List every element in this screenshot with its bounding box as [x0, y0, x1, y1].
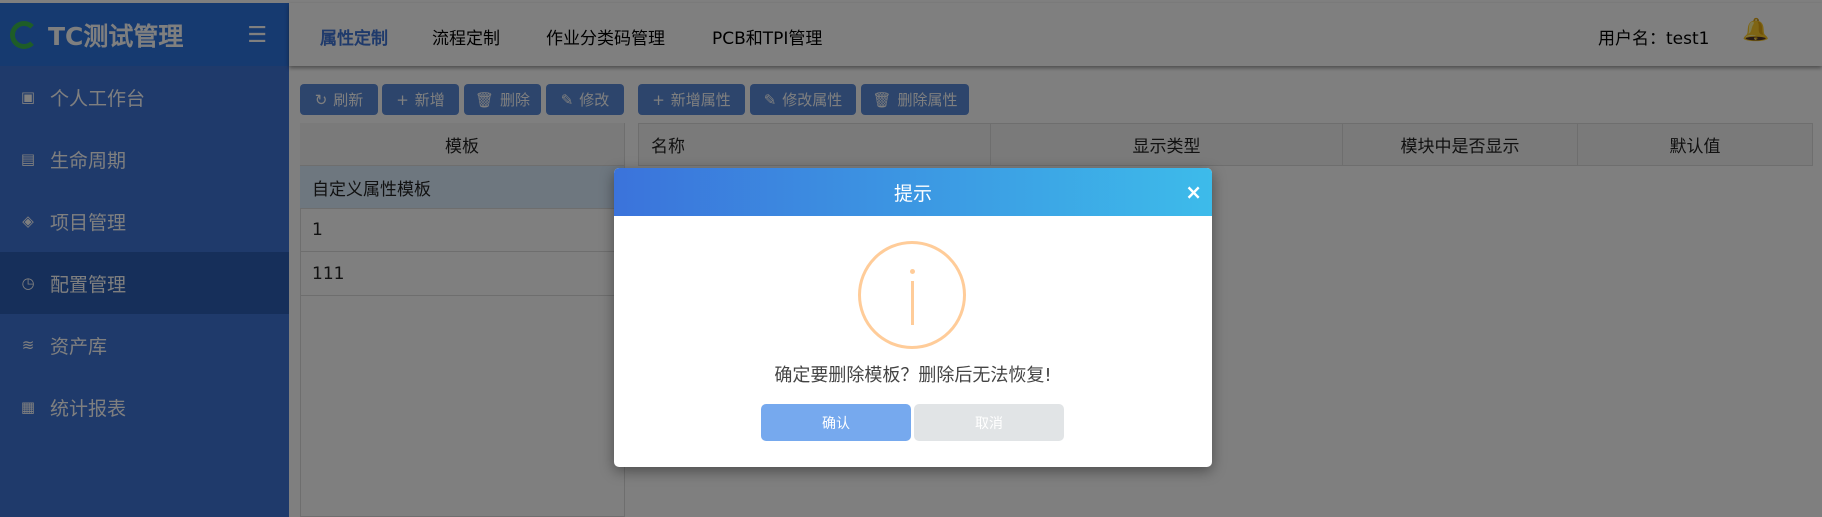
confirm-dialog: 提示 × 确定要删除模板？删除后无法恢复! 确认 取消: [614, 168, 1212, 467]
cancel-button[interactable]: 取消: [914, 404, 1064, 441]
dialog-message: 确定要删除模板？删除后无法恢复!: [774, 365, 1052, 386]
confirm-button[interactable]: 确认: [761, 404, 911, 441]
dialog-header: 提示: [614, 168, 1212, 216]
close-icon[interactable]: ×: [1185, 180, 1202, 204]
info-icon: [858, 241, 966, 349]
dialog-title: 提示: [893, 182, 932, 205]
